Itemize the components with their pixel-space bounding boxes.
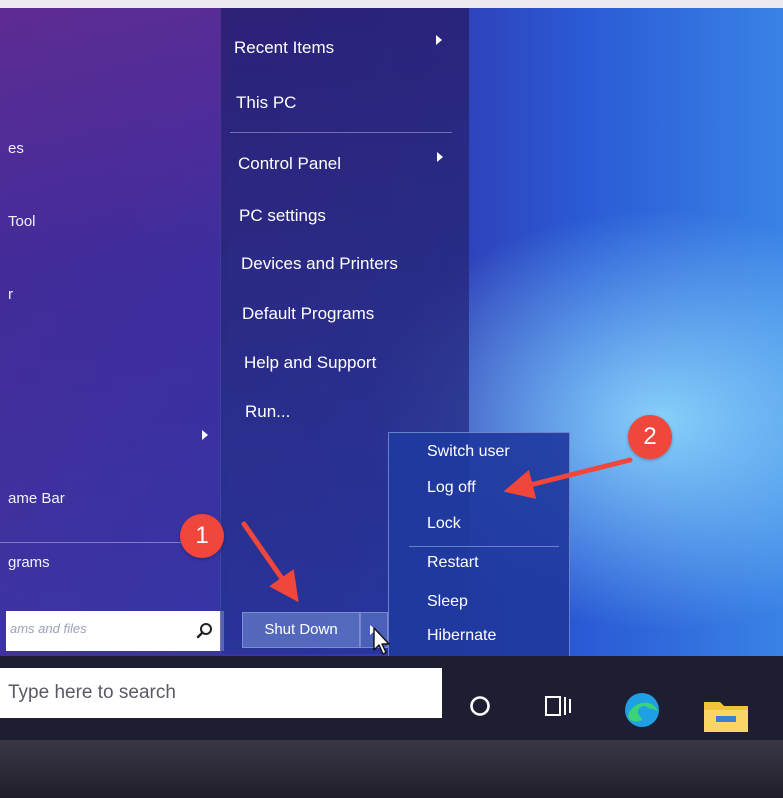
taskbar-search-placeholder: Type here to search (8, 682, 176, 703)
taskbar: Type here to search (0, 656, 783, 740)
taskbar-search-input[interactable]: Type here to search (0, 668, 442, 718)
annotation-badge-2: 2 (628, 415, 672, 459)
annotation-arrow-2 (503, 457, 633, 499)
cortana-icon[interactable] (468, 694, 492, 718)
annotation-arrow-1 (241, 521, 299, 603)
edge-icon[interactable] (620, 690, 666, 730)
task-view-icon[interactable] (544, 694, 572, 718)
monitor-bezel-bottom (0, 740, 783, 798)
desktop-screen: es Tool r ame Bar grams ams and files Re… (0, 0, 783, 798)
annotation-badge-1: 1 (180, 514, 224, 558)
file-explorer-icon[interactable] (702, 696, 750, 734)
